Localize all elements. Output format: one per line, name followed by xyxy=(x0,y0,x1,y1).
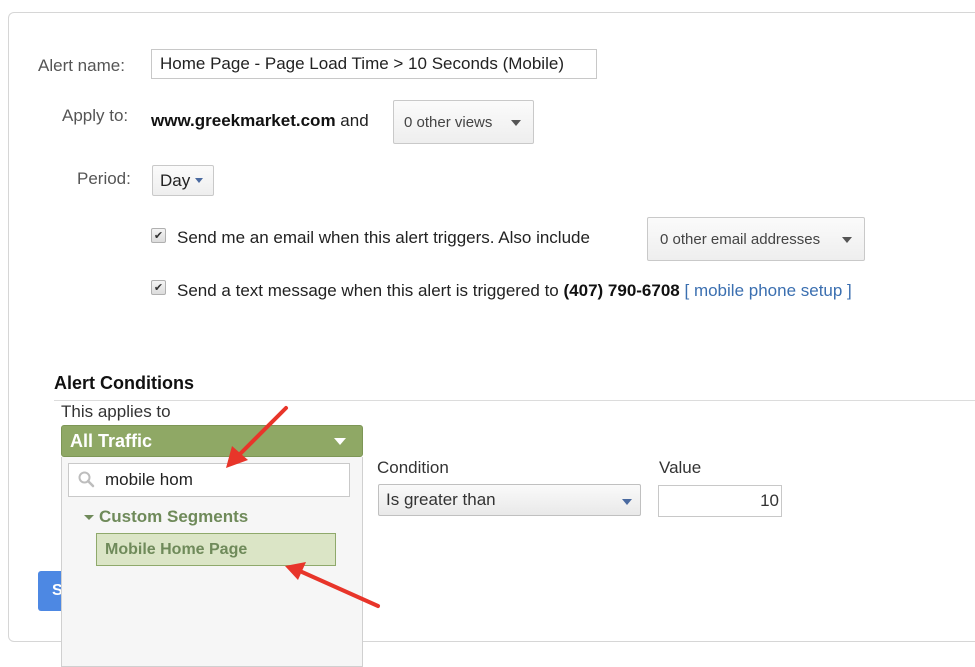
segment-option-mobile-home-page[interactable]: Mobile Home Page xyxy=(96,533,336,566)
apply-to-label: Apply to: xyxy=(62,106,129,125)
alert-name-input[interactable] xyxy=(151,49,597,79)
search-icon xyxy=(77,470,101,490)
segment-dropdown[interactable]: All Traffic xyxy=(61,425,363,457)
segment-selected-label: All Traffic xyxy=(70,430,153,451)
condition-select[interactable]: Is greater than xyxy=(378,484,641,516)
alert-conditions-title: Alert Conditions xyxy=(54,373,194,393)
check-icon: ✔ xyxy=(153,230,164,242)
value-input[interactable] xyxy=(658,485,782,517)
segment-group-custom[interactable]: Custom Segments xyxy=(84,507,248,527)
chevron-down-icon xyxy=(334,438,346,445)
other-emails-dropdown[interactable]: 0 other email addresses xyxy=(647,217,865,261)
period-dropdown[interactable]: Day xyxy=(152,165,214,196)
triangle-down-icon xyxy=(84,514,94,520)
other-views-dropdown[interactable]: 0 other views xyxy=(393,100,534,144)
segment-panel: Custom Segments Mobile Home Page xyxy=(61,457,363,667)
sms-checkbox-label: Send a text message when this alert is t… xyxy=(177,281,559,300)
segment-group-label: Custom Segments xyxy=(99,507,249,526)
section-divider xyxy=(54,400,975,401)
apply-to-row: www.greekmarket.com and xyxy=(151,111,369,131)
chevron-down-icon xyxy=(511,120,521,126)
condition-value: Is greater than xyxy=(386,490,496,509)
chevron-down-icon xyxy=(622,499,632,505)
email-checkbox-label: Send me an email when this alert trigger… xyxy=(177,228,590,247)
sms-row: Send a text message when this alert is t… xyxy=(177,281,852,301)
sms-checkbox[interactable]: ✔ xyxy=(151,280,166,295)
view-name: www.greekmarket.com xyxy=(151,111,336,130)
applies-to-label: This applies to xyxy=(61,402,171,421)
other-views-label: 0 other views xyxy=(404,113,493,131)
period-value: Day xyxy=(160,170,191,190)
phone-number: (407) 790-6708 xyxy=(563,281,680,300)
alert-name-label: Alert name: xyxy=(38,56,125,75)
other-emails-label: 0 other email addresses xyxy=(660,230,821,248)
email-checkbox[interactable]: ✔ xyxy=(151,228,166,243)
mobile-phone-setup-link[interactable]: [ mobile phone setup ] xyxy=(685,281,852,300)
value-label: Value xyxy=(659,458,702,477)
segment-option-label: Mobile Home Page xyxy=(105,540,248,558)
chevron-down-icon xyxy=(195,178,204,183)
and-text: and xyxy=(340,111,369,130)
condition-label: Condition xyxy=(377,458,449,477)
segment-search[interactable] xyxy=(68,463,350,497)
period-label: Period: xyxy=(77,169,131,188)
check-icon: ✔ xyxy=(153,282,164,294)
segment-search-input[interactable] xyxy=(101,470,345,490)
chevron-down-icon xyxy=(842,237,852,243)
